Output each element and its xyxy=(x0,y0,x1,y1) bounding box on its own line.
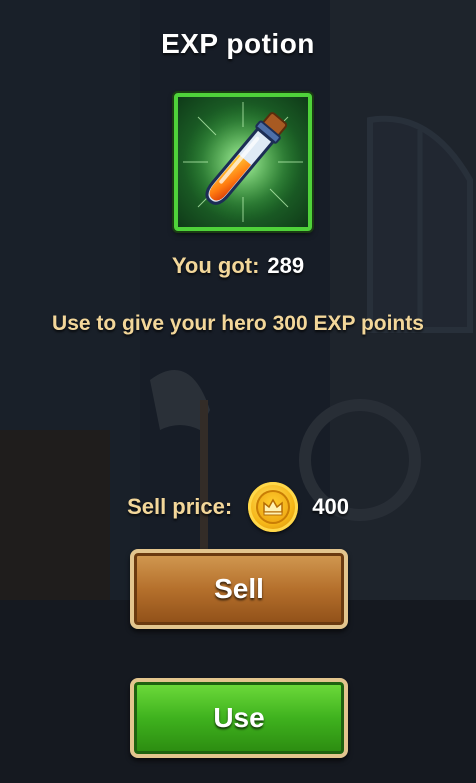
you-got-label: You got: xyxy=(171,253,260,278)
exp-potion-icon xyxy=(174,93,312,231)
sell-button[interactable]: Sell xyxy=(130,549,348,629)
you-got-row: You got: 289 xyxy=(0,253,476,279)
gold-crown-coin-icon xyxy=(248,482,299,532)
you-got-value: 289 xyxy=(267,253,305,278)
item-description: Use to give your hero 300 EXP points xyxy=(52,312,424,335)
use-button[interactable]: Use xyxy=(130,678,348,758)
potion-illustration xyxy=(183,102,303,222)
sell-price-row: Sell price: 400 xyxy=(0,481,476,533)
sell-price-label: Sell price: xyxy=(127,494,233,519)
sell-price-value: 400 xyxy=(312,494,349,519)
crown-icon xyxy=(263,498,283,516)
item-title: EXP potion xyxy=(161,28,315,59)
